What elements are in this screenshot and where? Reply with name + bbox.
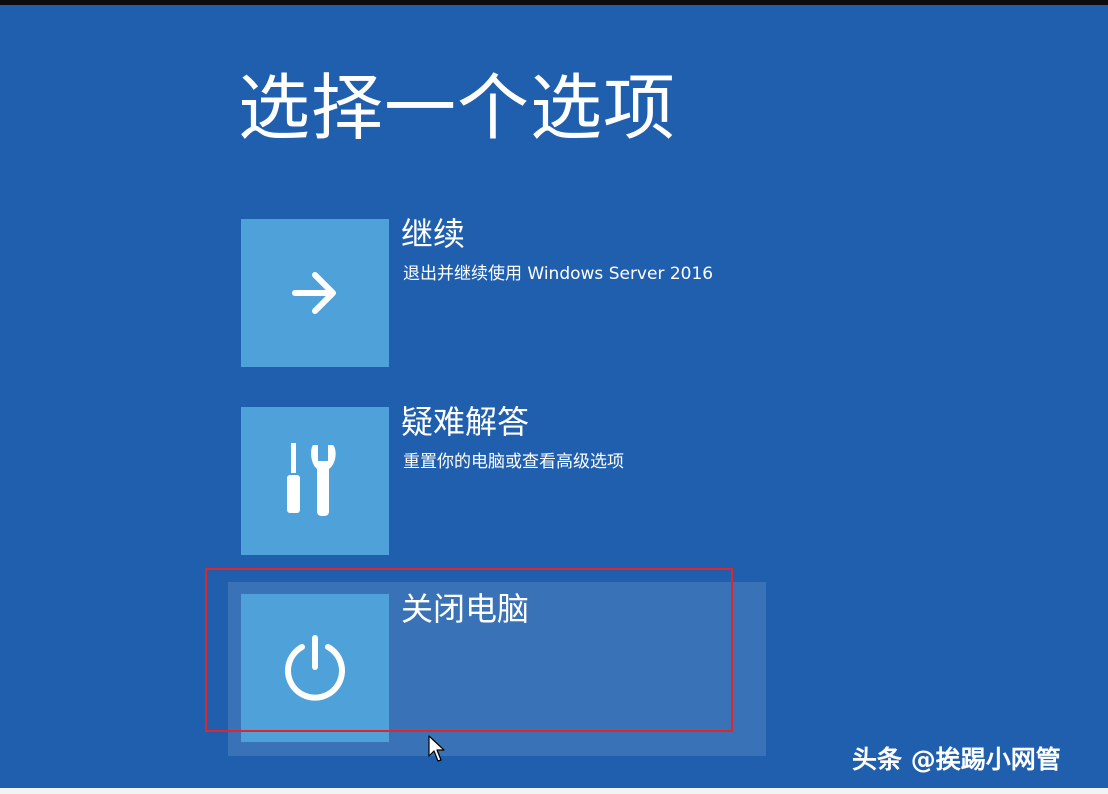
option-continue-title: 继续 [401, 215, 466, 253]
power-icon [285, 635, 345, 701]
arrow-right-icon [292, 272, 336, 314]
tools-icon [287, 443, 336, 516]
top-edge-strip [0, 0, 1108, 5]
option-troubleshoot-description: 重置你的电脑或查看高级选项 [403, 452, 624, 472]
option-continue-tile[interactable] [241, 219, 389, 367]
page-title: 选择一个选项 [238, 66, 677, 150]
option-troubleshoot[interactable]: 疑难解答 重置你的电脑或查看高级选项 [241, 403, 766, 556]
option-shutdown[interactable]: 关闭电脑 [228, 582, 766, 756]
option-continue[interactable]: 继续 退出并继续使用 Windows Server 2016 [241, 215, 766, 368]
option-troubleshoot-tile[interactable] [241, 407, 389, 555]
option-continue-description: 退出并继续使用 Windows Server 2016 [403, 264, 714, 284]
mouse-pointer-icon [428, 735, 445, 762]
watermark: 头条 @挨踢小网管 [852, 745, 1061, 774]
option-troubleshoot-title: 疑难解答 [401, 403, 530, 441]
option-shutdown-tile[interactable] [241, 594, 389, 742]
option-shutdown-title: 关闭电脑 [401, 590, 530, 628]
bottom-edge-strip [0, 788, 1108, 794]
